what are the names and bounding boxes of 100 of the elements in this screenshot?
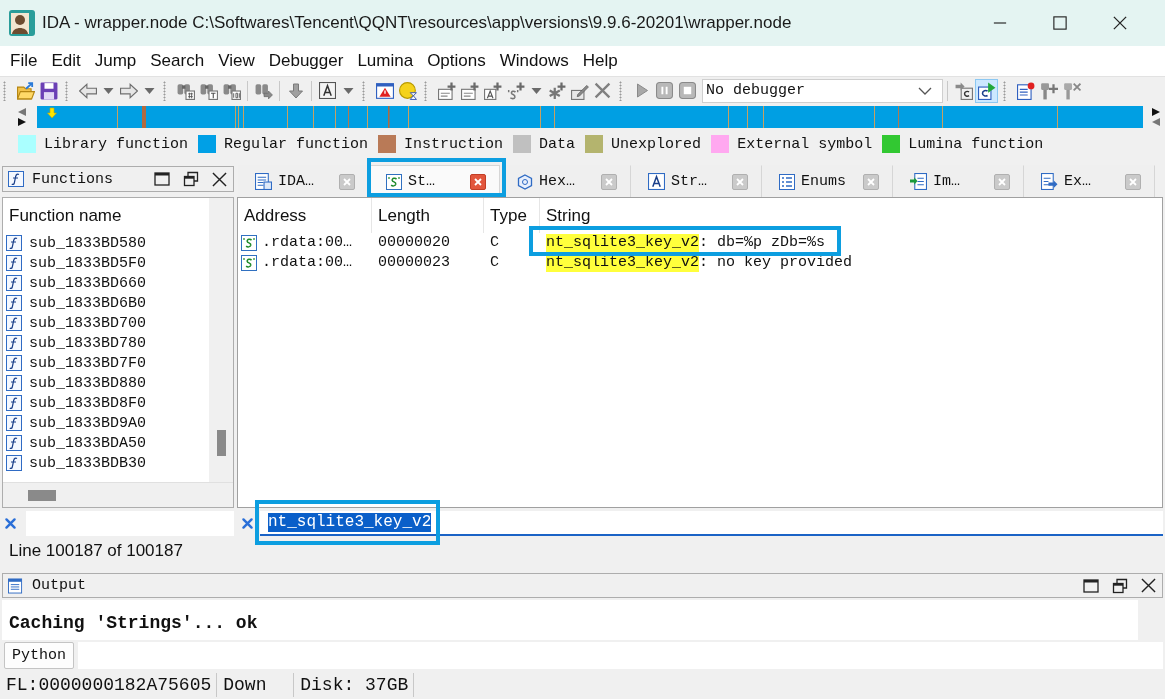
toolbar-grip[interactable] <box>1003 80 1006 101</box>
band-scroll-icon[interactable] <box>1150 106 1162 128</box>
function-name[interactable]: sub_1833BD6B0 <box>29 294 147 312</box>
menu-item[interactable]: Windows <box>492 49 576 73</box>
forward-arrow-icon[interactable] <box>119 81 138 100</box>
menu-item[interactable]: Edit <box>44 49 88 73</box>
report-pin-icon[interactable] <box>1016 81 1035 100</box>
column-header[interactable]: String <box>540 198 1162 233</box>
highlighted-match: nt_sqlite3_key_v2 <box>546 234 700 252</box>
function-name[interactable]: sub_1833BD700 <box>29 314 147 332</box>
toolbar-grip[interactable] <box>424 80 427 101</box>
function-icon <box>6 455 22 471</box>
binoculars-icon[interactable] <box>176 81 195 100</box>
debugger-select[interactable]: No debugger <box>702 78 943 103</box>
band-scroll-icon[interactable] <box>16 106 28 128</box>
circle-hourglass-icon[interactable] <box>398 81 417 100</box>
toolbar-grip[interactable] <box>362 80 365 101</box>
string-icon <box>241 255 257 271</box>
close-icon[interactable] <box>1141 578 1156 593</box>
warning-icon[interactable] <box>375 81 394 100</box>
menu-item[interactable]: Search <box>143 49 212 73</box>
scrollbar-thumb[interactable] <box>216 430 226 456</box>
export-icon <box>1041 173 1058 190</box>
function-name[interactable]: sub_1833BD5F0 <box>29 254 147 272</box>
close-icon[interactable] <box>212 171 227 187</box>
letter-a-icon[interactable] <box>319 82 336 99</box>
bolt-plus-icon[interactable] <box>1039 81 1058 100</box>
caret-icon[interactable] <box>102 87 114 94</box>
menu-item[interactable]: Options <box>420 49 493 73</box>
caret-icon[interactable] <box>342 87 354 94</box>
binoculars-arrow-icon[interactable] <box>254 81 273 100</box>
legend-label: Unexplored <box>611 135 702 153</box>
caret-icon[interactable] <box>143 87 155 94</box>
function-name[interactable]: sub_1833BD580 <box>29 234 147 252</box>
line-info: Line 100187 of 100187 <box>9 541 183 561</box>
menu-item[interactable]: Lumina <box>350 49 421 73</box>
asterisk-plus-icon[interactable] <box>547 81 566 100</box>
binoculars-icon[interactable] <box>199 81 218 100</box>
menu-item[interactable]: Jump <box>87 49 144 73</box>
binoculars-icon[interactable] <box>222 81 241 100</box>
table-cell: C <box>490 253 499 273</box>
back-arrow-icon[interactable] <box>78 81 97 100</box>
toolbar-grip[interactable] <box>163 80 166 101</box>
function-name[interactable]: sub_1833BD660 <box>29 274 147 292</box>
stop-icon[interactable] <box>679 82 696 99</box>
function-icon <box>6 335 22 351</box>
plus-string-icon[interactable] <box>506 81 525 100</box>
tab-close-icon[interactable] <box>470 173 486 190</box>
menu-item[interactable]: View <box>211 49 262 73</box>
column-header[interactable]: Address <box>238 198 372 233</box>
menu-item[interactable]: File <box>3 49 45 73</box>
pause-icon[interactable] <box>656 82 673 99</box>
clear-filter-icon[interactable] <box>241 517 254 530</box>
function-icon <box>6 375 22 391</box>
function-name[interactable]: sub_1833BDA50 <box>29 434 147 452</box>
maximize-icon[interactable] <box>154 171 170 187</box>
string-icon <box>386 173 402 190</box>
open-folder-icon[interactable] <box>16 81 35 100</box>
column-header[interactable]: Length <box>372 198 484 233</box>
cross-icon[interactable] <box>594 82 611 99</box>
log-icon <box>8 577 23 594</box>
legend-label: Library function <box>44 135 189 153</box>
bolt-cross-icon[interactable] <box>1062 81 1081 100</box>
filter-field[interactable]: nt_sqlite3_key_v2 <box>260 511 1163 536</box>
status-text: Disk: 37GB <box>294 672 415 697</box>
output-line: Caching 'Strings'... ok <box>9 612 259 634</box>
toolbar-grip[interactable] <box>3 80 6 101</box>
chevron-down-icon[interactable] <box>918 86 932 95</box>
plus-box-icon[interactable] <box>437 81 456 100</box>
import-icon <box>910 173 927 190</box>
plus-box-icon[interactable] <box>460 81 479 100</box>
float-icon[interactable] <box>183 171 199 187</box>
function-name[interactable]: sub_1833BD8F0 <box>29 394 147 412</box>
function-name[interactable]: sub_1833BD9A0 <box>29 414 147 432</box>
caret-icon[interactable] <box>530 87 542 94</box>
function-name[interactable]: sub_1833BDB30 <box>29 454 147 472</box>
column-header[interactable]: Type <box>484 198 540 233</box>
menu-item[interactable]: Help <box>575 49 625 73</box>
filter-text[interactable]: nt_sqlite3_key_v2 <box>268 513 432 532</box>
list-icon <box>779 173 795 190</box>
function-name[interactable]: sub_1833BD880 <box>29 374 147 392</box>
function-name[interactable]: sub_1833BD780 <box>29 334 147 352</box>
function-name[interactable]: sub_1833BD7F0 <box>29 354 147 372</box>
close-icon[interactable] <box>1113 16 1127 30</box>
legend-label: Lumina function <box>908 135 1044 153</box>
down-arrow-icon[interactable] <box>287 81 304 100</box>
float-icon[interactable] <box>1112 577 1128 594</box>
legend-label: Regular function <box>224 135 369 153</box>
scrollbar-thumb[interactable] <box>28 489 56 501</box>
save-icon[interactable] <box>39 81 58 100</box>
maximize-icon[interactable] <box>1083 577 1099 594</box>
menu-item[interactable]: Debugger <box>261 49 351 73</box>
python-button[interactable]: Python <box>4 641 74 669</box>
function-icon <box>6 355 22 371</box>
column-header[interactable]: Function name <box>3 198 209 233</box>
clear-filter-icon[interactable] <box>4 517 17 530</box>
toolbar-grip[interactable] <box>619 80 622 101</box>
plus-letter-icon[interactable] <box>483 81 502 100</box>
table-cell: .rdata:00… <box>262 233 352 253</box>
toolbar-grip[interactable] <box>65 80 68 101</box>
